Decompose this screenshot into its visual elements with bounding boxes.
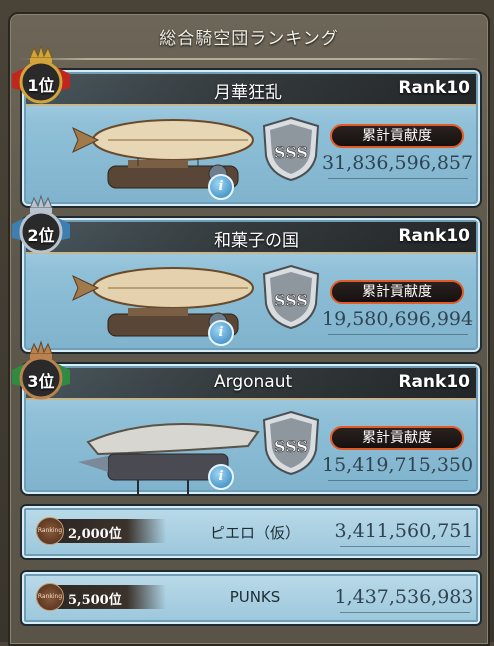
rank-position: 2位 [27, 226, 55, 245]
crew-name: PUNKS [229, 588, 281, 606]
rank-3-medal-icon: 3位 [8, 340, 74, 402]
score-underline [328, 178, 468, 179]
crew-name: 月華狂乱 [214, 83, 282, 103]
crew-row-2000[interactable]: Ranking 2,000位 ピエロ（仮） 3,411,560,751 [20, 504, 482, 560]
crew-name: Argonaut [214, 372, 293, 392]
contribution-badge: 累計貢献度 [330, 426, 464, 450]
grade-label: SSS [274, 143, 308, 162]
rank-pill: Ranking 5,500位 [36, 583, 166, 611]
info-icon[interactable]: i [208, 464, 234, 490]
crew-card-3[interactable]: Argonaut Rank10 SSS i 累計貢献度 15,419,715,3… [20, 362, 482, 496]
crew-card-1[interactable]: 月華狂乱 Rank10 SSS i 累計貢献度 31,836,596,857 [20, 68, 482, 208]
contribution-badge: 累計貢献度 [330, 280, 464, 304]
score-underline [328, 334, 468, 335]
sss-grade-icon: SSS [262, 116, 320, 182]
page-title: 総合騎空団ランキング [159, 29, 339, 49]
title-divider [18, 58, 480, 60]
crew-score: 31,836,596,857 [322, 152, 474, 174]
crew-rank: Rank10 [398, 372, 470, 392]
ranking-emblem-icon: Ranking [36, 583, 64, 611]
rank-position: 5,500位 [68, 593, 122, 608]
ranking-emblem-icon: Ranking [36, 517, 64, 545]
info-icon[interactable]: i [208, 320, 234, 346]
ranking-panel: 総合騎空団ランキング 月華狂乱 Rank10 SSS i 累計貢献度 31,83… [8, 12, 490, 646]
crew-card-2[interactable]: 和菓子の国 Rank10 SSS i 累計貢献度 19,580,696,994 [20, 216, 482, 354]
airship-image [72, 119, 254, 189]
crew-score: 1,437,536,983 [334, 586, 474, 608]
sss-grade-icon: SSS [262, 410, 320, 476]
rank-2-medal-icon: 2位 [8, 194, 74, 256]
info-icon[interactable]: i [208, 174, 234, 200]
crew-row-5500[interactable]: Ranking 5,500位 PUNKS 1,437,536,983 [20, 570, 482, 626]
crew-rank: Rank10 [398, 226, 470, 246]
airship-image [72, 267, 254, 337]
rank-1-medal-icon: 1位 [8, 44, 74, 106]
crew-name: ピエロ（仮） [210, 524, 301, 542]
crew-rank: Rank10 [398, 78, 470, 98]
rank-position: 2,000位 [68, 527, 122, 542]
grade-label: SSS [274, 291, 308, 310]
crew-name: 和菓子の国 [214, 231, 299, 251]
score-underline [328, 480, 468, 481]
rank-position: 3位 [27, 372, 55, 391]
rank-position: 1位 [27, 76, 55, 95]
score-underline [340, 612, 470, 613]
contribution-badge: 累計貢献度 [330, 124, 464, 148]
crew-score: 3,411,560,751 [334, 520, 474, 542]
rank-pill: Ranking 2,000位 [36, 517, 166, 545]
airship-image [78, 423, 260, 494]
score-underline [340, 546, 470, 547]
crew-score: 19,580,696,994 [322, 308, 474, 330]
sss-grade-icon: SSS [262, 264, 320, 330]
crew-score: 15,419,715,350 [322, 454, 474, 476]
grade-label: SSS [274, 437, 308, 456]
